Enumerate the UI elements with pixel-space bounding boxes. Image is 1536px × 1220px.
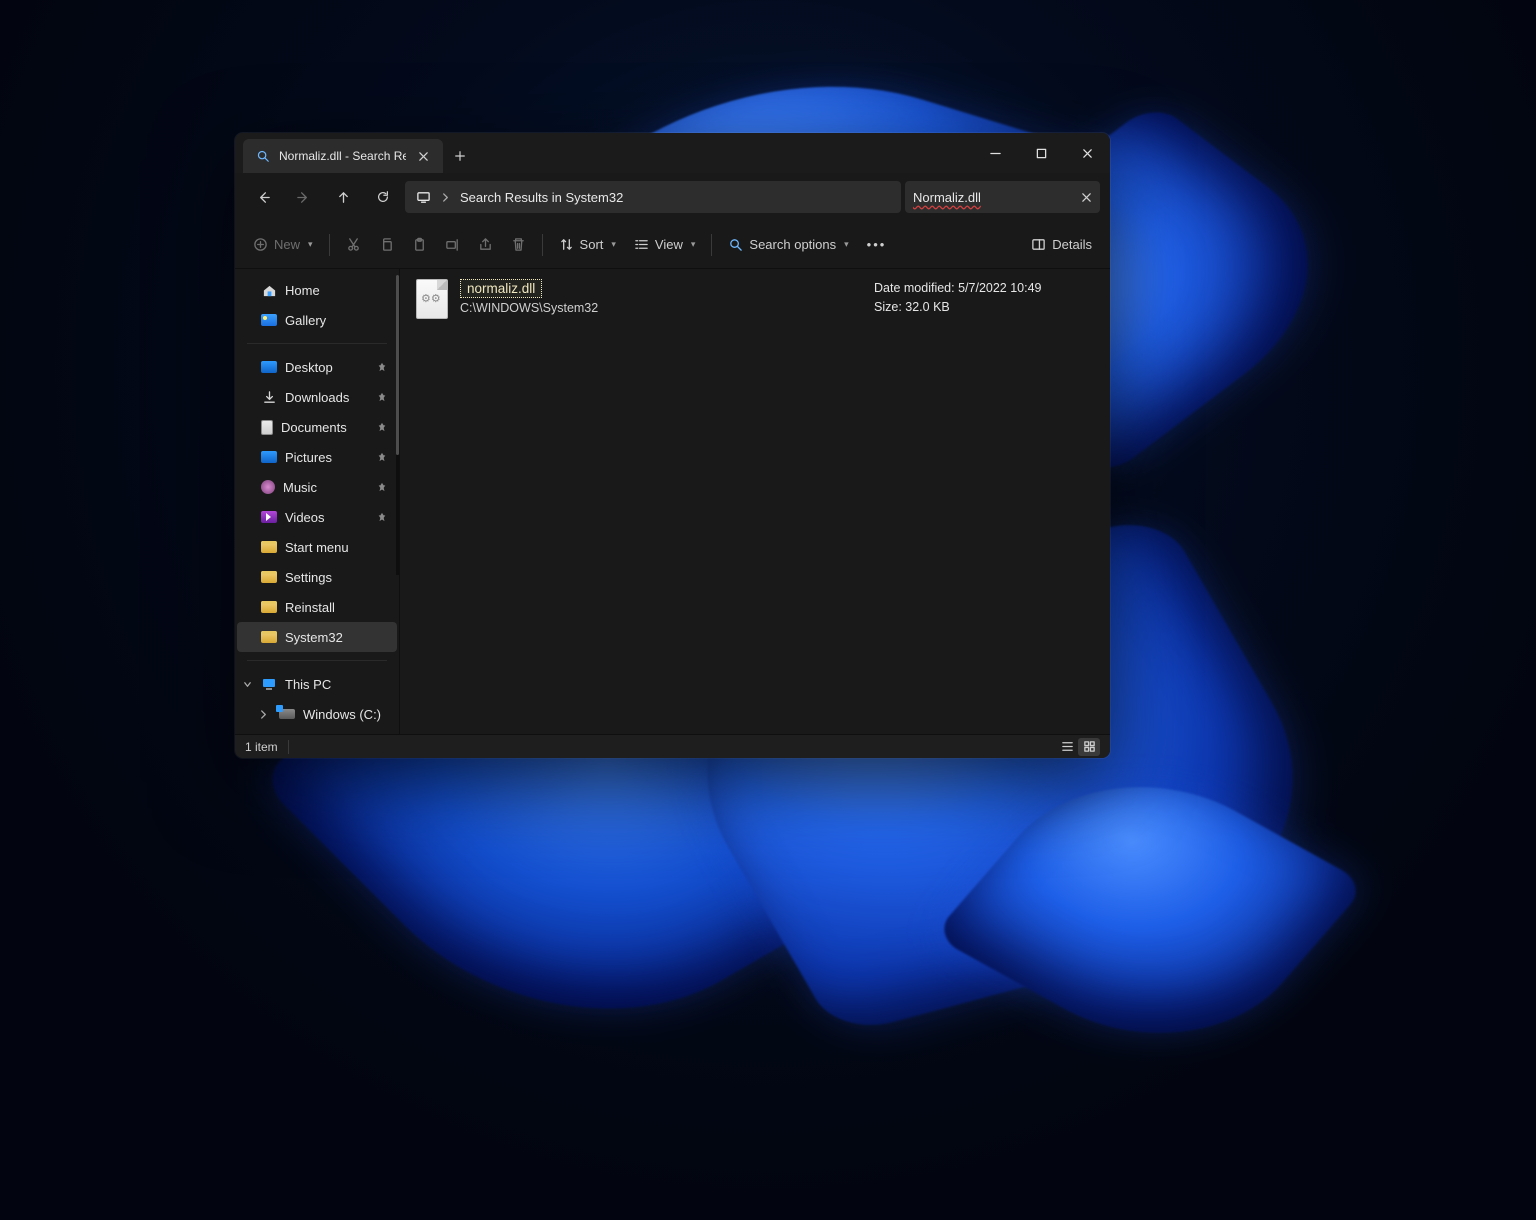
sidebar-item-reinstall[interactable]: Reinstall [237,592,397,622]
sidebar-item-label: Settings [285,570,332,585]
search-options-button[interactable]: Search options ▾ [720,229,856,261]
desktop-icon [261,361,277,373]
doc-icon [261,420,273,435]
sidebar-item-settings[interactable]: Settings [237,562,397,592]
chevron-down-icon[interactable] [243,680,252,689]
close-button[interactable] [1064,133,1110,173]
statusbar: 1 item [235,734,1110,758]
sidebar-item-label: System32 [285,630,343,645]
folder-icon [261,571,277,583]
monitor-icon [415,189,431,205]
pin-icon [377,362,387,372]
search-input[interactable]: Normaliz.dll [905,181,1100,213]
sidebar-item-start-menu[interactable]: Start menu [237,532,397,562]
sidebar-item-home[interactable]: Home [237,275,397,305]
navbar: Search Results in System32 Normaliz.dll [235,173,1110,221]
music-icon [261,480,275,494]
dll-file-icon: ⚙⚙ [416,279,448,319]
explorer-window: Normaliz.dll - Search Results in [235,133,1110,758]
pin-icon [377,452,387,462]
titlebar: Normaliz.dll - Search Results in [235,133,1110,173]
cut-button[interactable] [338,229,369,261]
up-button[interactable] [325,181,361,213]
video-icon [261,511,277,523]
folder-icon [261,541,277,553]
breadcrumb[interactable]: Search Results in System32 [460,190,623,205]
view-button[interactable]: View ▾ [626,229,703,261]
chevron-right-icon[interactable] [259,710,268,719]
sidebar-item-downloads[interactable]: Downloads [237,382,397,412]
new-tab-button[interactable] [443,139,477,173]
sidebar-item-label: Music [283,480,317,495]
pin-icon [377,482,387,492]
sidebar-item-label: Pictures [285,450,332,465]
sidebar-item-documents[interactable]: Documents [237,412,397,442]
home-icon [261,282,277,298]
sidebar-scrollbar-thumb[interactable] [396,275,399,455]
back-button[interactable] [245,181,281,213]
sidebar-item-music[interactable]: Music [237,472,397,502]
sidebar-item-label: Desktop [285,360,333,375]
paste-button[interactable] [404,229,435,261]
minimize-button[interactable] [972,133,1018,173]
search-icon [255,148,271,164]
pin-icon [377,512,387,522]
refresh-button[interactable] [365,181,401,213]
sidebar-item-label: Reinstall [285,600,335,615]
tab-close-button[interactable] [414,149,433,164]
gallery-icon [261,314,277,326]
search-result-row[interactable]: ⚙⚙ normaliz.dll C:\WINDOWS\System32 Date… [416,279,1094,319]
sidebar-item-label: Start menu [285,540,349,555]
download-icon [261,389,277,405]
sidebar-item-drive-c[interactable]: Windows (C:) [237,699,397,729]
sidebar: Home Gallery Desktop Downloads Documents Pi… [235,269,400,734]
chevron-right-icon [441,193,450,202]
share-button[interactable] [470,229,501,261]
sidebar-item-this-pc[interactable]: This PC [237,669,397,699]
file-path: C:\WINDOWS\System32 [460,301,862,315]
sidebar-item-label: Documents [281,420,347,435]
toolbar: New ▾ Sort ▾ View ▾ [235,221,1110,269]
status-item-count: 1 item [245,740,278,754]
file-name[interactable]: normaliz.dll [460,279,542,298]
sidebar-item-videos[interactable]: Videos [237,502,397,532]
file-metadata: Date modified: 5/7/2022 10:49 Size: 32.0… [874,279,1094,317]
rename-button[interactable] [437,229,468,261]
new-button[interactable]: New ▾ [245,229,321,261]
content-area: ⚙⚙ normaliz.dll C:\WINDOWS\System32 Date… [400,269,1110,734]
view-list-button[interactable] [1056,738,1078,756]
delete-button[interactable] [503,229,534,261]
sidebar-item-gallery[interactable]: Gallery [237,305,397,335]
folder-icon [261,631,277,643]
sidebar-item-label: Videos [285,510,325,525]
maximize-button[interactable] [1018,133,1064,173]
clear-search-button[interactable] [1081,192,1092,203]
search-query-text: Normaliz.dll [913,190,1075,205]
chevron-down-icon: ▾ [308,239,313,250]
sidebar-item-label: Downloads [285,390,349,405]
chevron-down-icon: ▾ [844,239,849,250]
copy-button[interactable] [371,229,402,261]
pic-icon [261,451,277,463]
sidebar-item-pictures[interactable]: Pictures [237,442,397,472]
sidebar-item-system32[interactable]: System32 [237,622,397,652]
forward-button[interactable] [285,181,321,213]
pc-icon [261,676,277,692]
sort-button[interactable]: Sort ▾ [551,229,624,261]
tab-active[interactable]: Normaliz.dll - Search Results in [243,139,443,173]
tab-title: Normaliz.dll - Search Results in [279,149,406,163]
address-bar[interactable]: Search Results in System32 [405,181,901,213]
pin-icon [377,422,387,432]
view-details-button[interactable] [1078,738,1100,756]
more-button[interactable]: ••• [859,229,895,261]
pin-icon [377,392,387,402]
drive-icon [279,709,295,719]
sidebar-item-desktop[interactable]: Desktop [237,352,397,382]
folder-icon [261,601,277,613]
chevron-down-icon: ▾ [611,239,616,250]
chevron-down-icon: ▾ [691,239,696,250]
details-pane-button[interactable]: Details [1023,229,1100,261]
